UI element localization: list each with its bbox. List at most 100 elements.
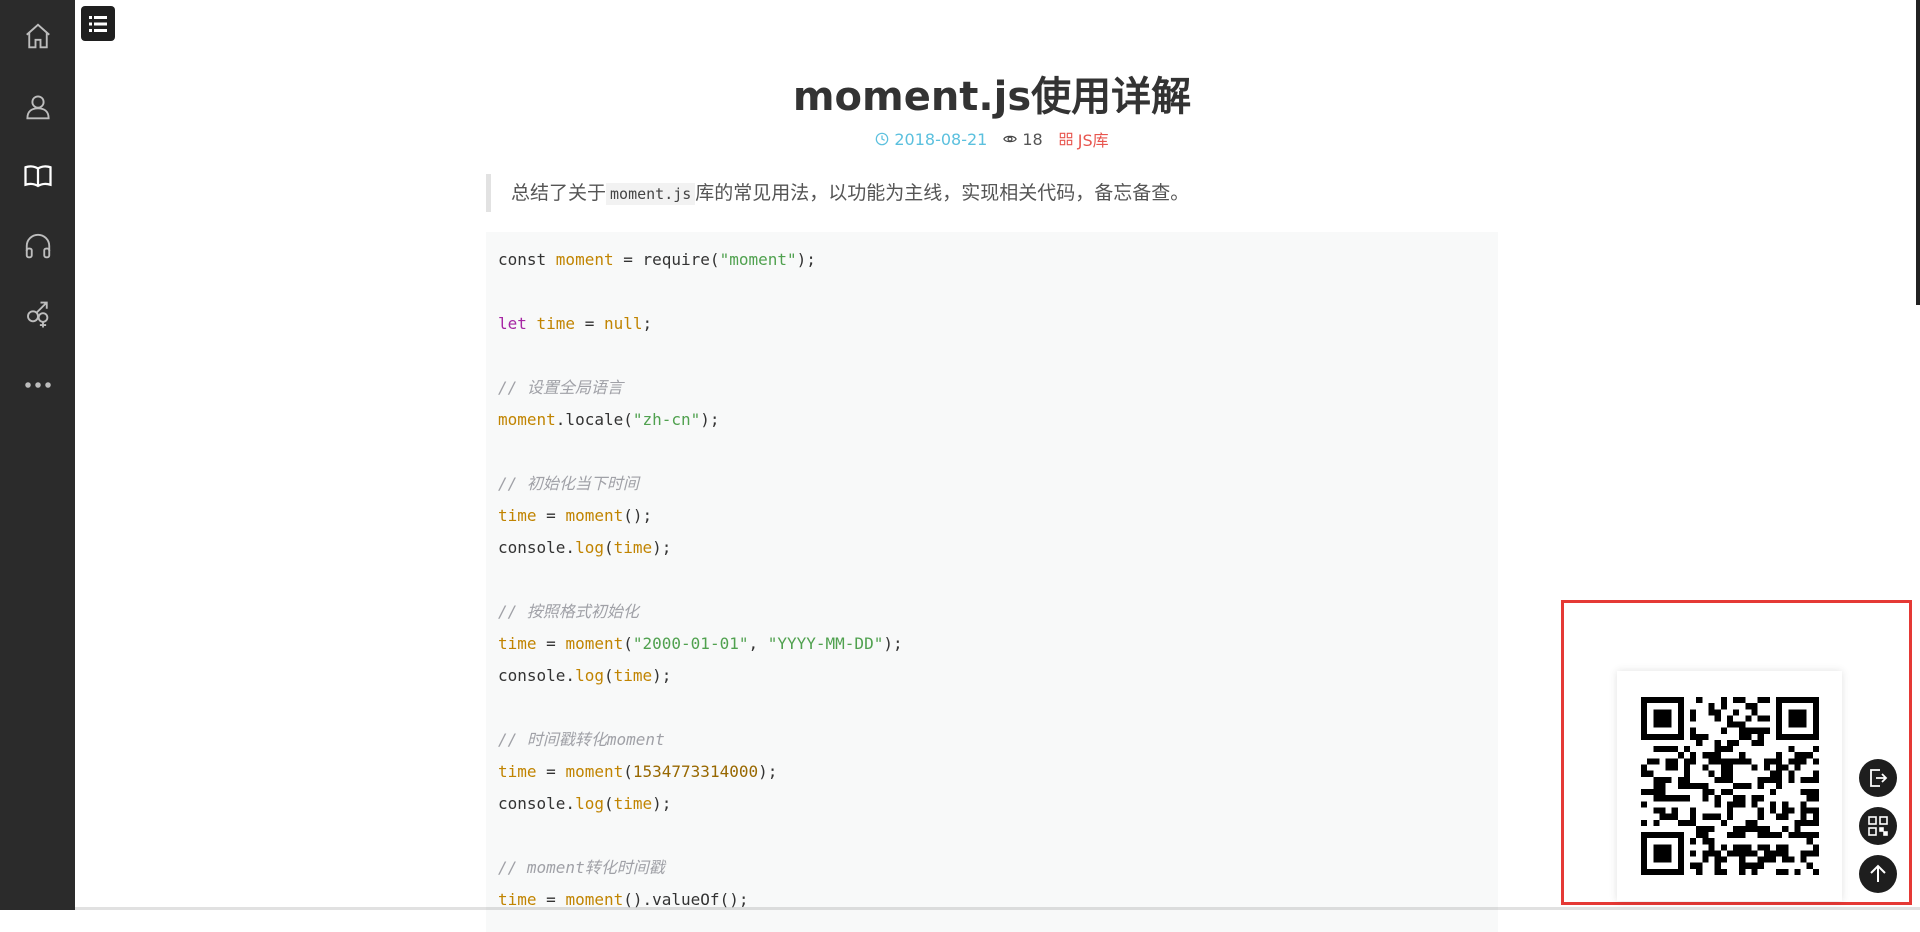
qrcode-popup [1617,671,1842,901]
qrcode-icon [1868,816,1888,836]
code-token: log [575,666,604,685]
code-line: console.log(time); [498,788,1486,820]
code-token: time [613,538,653,557]
menu-icon [89,15,107,32]
view-count: 18 [1003,129,1043,149]
nav-home[interactable] [0,6,75,66]
code-token: "zh-cn" [632,410,701,429]
date-text: 2018-08-21 [894,129,988,149]
clock-icon [876,132,889,146]
code-line: time = moment("2000-01-01", "YYYY-MM-DD"… [498,628,1486,660]
code-token: time [536,314,576,333]
code-token: // moment转化时间戳 [498,858,665,877]
code-line: const moment = require("moment"); [498,244,1486,276]
code-line: // moment转化时间戳 [498,852,1486,884]
code-token: null [603,314,643,333]
book-icon [23,165,52,188]
code-token: ( [623,634,633,653]
code-token: ); [652,794,672,813]
code-token: ); [883,634,903,653]
code-token: log [575,794,604,813]
grid-icon [1059,132,1072,146]
code-token: = [536,506,566,525]
code-line: // 初始化当下时间 [498,468,1486,500]
code-token: moment [565,762,624,781]
code-token: console. [498,794,576,813]
code-line: time = moment().valueOf(); [498,884,1486,916]
nav-profile[interactable] [0,77,75,137]
code-token: // 时间戳转化moment [498,730,665,749]
code-token: ); [758,762,778,781]
code-token: let [498,314,537,333]
code-token: ); [700,410,720,429]
code-token: const [498,250,556,269]
summary-inline-code: moment.js [606,183,696,205]
share-icon [1870,769,1888,787]
qrcode-image [1641,697,1819,875]
views-text: 18 [1022,129,1043,149]
back-to-top-button[interactable] [1859,855,1897,893]
code-token: time [613,794,653,813]
code-token: = [536,762,566,781]
category-link[interactable]: JS库 [1059,127,1109,151]
code-line: // 设置全局语言 [498,372,1486,404]
article-meta: 2018-08-21 18 JS库 [486,127,1498,151]
code-token: console. [498,666,576,685]
toc-menu-button[interactable] [81,6,115,41]
code-token: = [575,314,604,333]
code-token: "moment" [719,250,797,269]
scrollbar[interactable] [1916,0,1920,305]
code-token: moment [565,634,624,653]
code-token: (); [623,506,653,525]
code-line: time = moment(1534773314000); [498,756,1486,788]
code-line: console.log(time); [498,532,1486,564]
code-token: time [613,666,653,685]
code-token: = require( [613,250,720,269]
code-token: // 初始化当下时间 [498,474,639,493]
code-token: // 按照格式初始化 [498,602,639,621]
code-token: time [498,634,537,653]
nav-music[interactable] [0,216,75,276]
qrcode-button[interactable] [1859,807,1897,845]
code-token: ( [603,538,614,557]
nav-gender[interactable] [0,285,75,345]
code-line: let time = null; [498,308,1486,340]
eye-icon [1003,135,1018,143]
code-line: // 时间戳转化moment [498,724,1486,756]
code-token: ( [623,762,633,781]
summary-text-after: 库的常见用法，以功能为主线，实现相关代码，备忘备查。 [695,182,1190,204]
code-token: "2000-01-01" [632,634,749,653]
home-icon [25,23,50,49]
user-icon [25,95,50,120]
back-to-top-icon [1870,864,1886,882]
summary-quote: 总结了关于 moment.js 库的常见用法，以功能为主线，实现相关代码，备忘备查。 [486,174,1498,212]
page-title: moment.js使用详解 [792,74,1192,120]
nav-articles[interactable] [0,146,75,206]
code-line: time = moment(); [498,500,1486,532]
code-token: "YYYY-MM-DD" [767,634,884,653]
code-token: ); [796,250,816,269]
code-token: ( [603,794,614,813]
code-token: moment [555,250,614,269]
sidebar [0,0,75,910]
code-token: time [498,506,537,525]
code-token: 1534773314000 [632,762,759,781]
code-token: log [575,538,604,557]
code-token: = [536,634,566,653]
category-text: JS库 [1077,131,1109,150]
nav-more[interactable] [0,355,75,415]
code-token: ); [652,666,672,685]
publish-date: 2018-08-21 [875,130,987,149]
gender-icon [26,301,48,328]
code-line: console.log(time); [498,660,1486,692]
share-button[interactable] [1859,759,1897,797]
code-token: moment [565,506,624,525]
code-token: .locale( [555,410,633,429]
code-token: console. [498,538,576,557]
code-line: // 按照格式初始化 [498,596,1486,628]
